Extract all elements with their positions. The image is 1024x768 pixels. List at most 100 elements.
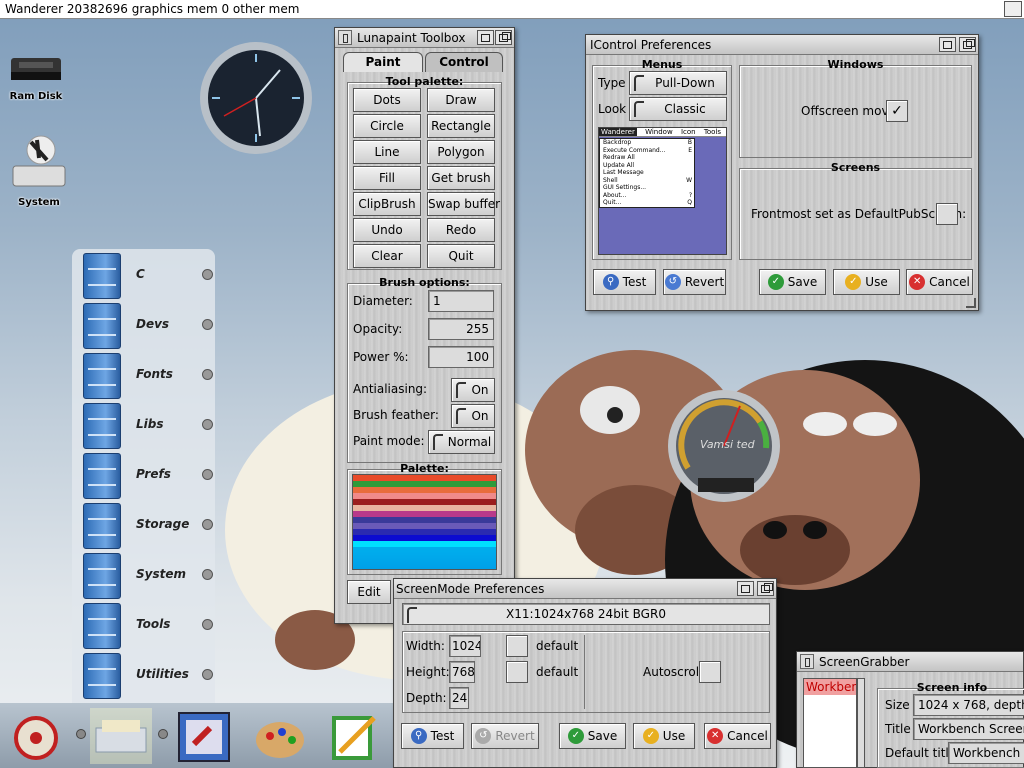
icontrol-title-bar[interactable]: IControl Preferences — [586, 35, 978, 55]
drawer-utilities[interactable]: Utilities — [80, 651, 215, 701]
drawer-system[interactable]: System — [80, 551, 215, 601]
zoom-gadget-icon[interactable] — [477, 30, 494, 45]
files-dock-icon[interactable] — [90, 708, 152, 764]
tool-button-redo[interactable]: Redo — [427, 218, 495, 242]
tool-dock-icon[interactable] — [178, 712, 230, 762]
preview-shortcut-key: E — [688, 146, 692, 154]
test-button[interactable]: ⚲ Test — [401, 723, 464, 749]
use-button[interactable]: ✓ Use — [833, 269, 900, 295]
drawer-storage[interactable]: Storage — [80, 501, 215, 551]
tool-button-clear[interactable]: Clear — [353, 244, 421, 268]
menu-type-cycle[interactable]: Pull-Down — [629, 71, 727, 95]
depth-gadget-icon[interactable] — [959, 37, 976, 52]
revert-button[interactable]: ↺ Revert — [471, 723, 539, 749]
chevron-right-icon[interactable] — [202, 269, 213, 280]
tool-button-undo[interactable]: Undo — [353, 218, 421, 242]
preview-menu-item: Shell — [603, 176, 618, 184]
resize-gadget-icon[interactable] — [966, 298, 976, 308]
drawer-tools[interactable]: Tools — [80, 601, 215, 651]
lunapaint-title-bar[interactable]: Lunapaint Toolbox — [335, 28, 514, 48]
use-button[interactable]: ✓ Use — [633, 723, 695, 749]
drawer-icon — [83, 503, 121, 549]
tab-paint[interactable]: Paint — [343, 52, 423, 72]
depth-field[interactable]: 24 — [449, 687, 469, 709]
feather-cycle[interactable]: On — [451, 404, 495, 428]
dock-arrow-icon[interactable] — [158, 729, 168, 739]
chevron-right-icon[interactable] — [202, 319, 213, 330]
chevron-right-icon[interactable] — [202, 419, 213, 430]
tool-button-swap-buffer[interactable]: Swap buffer — [427, 192, 500, 216]
palette-swatches[interactable] — [352, 474, 497, 570]
cancel-button[interactable]: ✕ Cancel — [704, 723, 771, 749]
magnifier-icon: ⚲ — [410, 727, 427, 744]
chevron-right-icon[interactable] — [202, 569, 213, 580]
wanderer-dock-icon[interactable] — [8, 708, 64, 764]
offscreen-checkbox[interactable]: ✓ — [886, 100, 908, 122]
screen-list-item[interactable]: Workbench — [804, 679, 856, 695]
depth-gadget-icon[interactable] — [495, 30, 512, 45]
tool-button-draw[interactable]: Draw — [427, 88, 495, 112]
tool-button-dots[interactable]: Dots — [353, 88, 421, 112]
revert-button[interactable]: ↺ Revert — [663, 269, 726, 295]
close-gadget-icon[interactable] — [338, 30, 352, 45]
dock-arrow-icon[interactable] — [76, 729, 86, 739]
editor-dock-icon[interactable] — [326, 708, 382, 764]
screengrabber-title-bar[interactable]: ScreenGrabber — [797, 652, 1023, 672]
drawer-fonts[interactable]: Fonts — [80, 351, 215, 401]
drawer-devs[interactable]: Devs — [80, 301, 215, 351]
diameter-value: 1 — [433, 294, 441, 308]
save-button[interactable]: ✓ Save — [559, 723, 626, 749]
list-scrollbar[interactable] — [857, 678, 865, 768]
tool-button-get-brush[interactable]: Get brush — [427, 166, 495, 190]
cancel-button[interactable]: ✕ Cancel — [906, 269, 973, 295]
system-drive-icon-graphic — [12, 135, 66, 187]
screen-depth-gadget[interactable] — [1004, 1, 1022, 17]
screenmode-title-bar[interactable]: ScreenMode Preferences — [394, 579, 776, 599]
power-value: 100 — [466, 350, 489, 364]
frontmost-checkbox[interactable] — [936, 203, 958, 225]
tool-button-circle[interactable]: Circle — [353, 114, 421, 138]
system-drive-icon[interactable]: System — [8, 132, 70, 208]
power-slider[interactable]: 100 — [428, 346, 494, 368]
chevron-right-icon[interactable] — [202, 369, 213, 380]
default-title-label: Default title — [885, 746, 957, 760]
width-field[interactable]: 1024 — [449, 635, 481, 657]
chevron-right-icon[interactable] — [202, 519, 213, 530]
chevron-right-icon[interactable] — [202, 469, 213, 480]
height-default-checkbox[interactable] — [506, 661, 528, 683]
drawer-c[interactable]: C — [80, 251, 215, 301]
autoscroll-checkbox[interactable] — [699, 661, 721, 683]
drawer-label: Prefs — [136, 467, 171, 481]
diameter-slider[interactable]: 1 — [428, 290, 494, 312]
tool-button-fill[interactable]: Fill — [353, 166, 421, 190]
opacity-slider[interactable]: 255 — [428, 318, 494, 340]
screen-mode-list[interactable]: X11:1024x768 24bit BGR0 — [402, 603, 770, 625]
zoom-gadget-icon[interactable] — [737, 581, 754, 596]
width-default-checkbox[interactable] — [506, 635, 528, 657]
palette-color-row[interactable] — [353, 541, 496, 547]
tool-button-line[interactable]: Line — [353, 140, 421, 164]
tool-button-polygon[interactable]: Polygon — [427, 140, 495, 164]
tool-button-clipbrush[interactable]: ClipBrush — [353, 192, 421, 216]
chevron-right-icon[interactable] — [202, 669, 213, 680]
paintmode-cycle[interactable]: Normal — [428, 430, 495, 454]
tool-button-quit[interactable]: Quit — [427, 244, 495, 268]
drawer-libs[interactable]: Libs — [80, 401, 215, 451]
antialias-cycle[interactable]: On — [451, 378, 495, 402]
test-button[interactable]: ⚲ Test — [593, 269, 656, 295]
ram-disk-icon[interactable]: Ram Disk — [6, 48, 66, 102]
zoom-gadget-icon[interactable] — [939, 37, 956, 52]
save-button[interactable]: ✓ Save — [759, 269, 826, 295]
clock-widget — [198, 40, 314, 156]
drawer-prefs[interactable]: Prefs — [80, 451, 215, 501]
menu-look-cycle[interactable]: Classic — [629, 97, 727, 121]
tool-button-rectangle[interactable]: Rectangle — [427, 114, 495, 138]
screen-list[interactable]: Workbench — [803, 678, 857, 768]
close-gadget-icon[interactable] — [800, 654, 814, 669]
chevron-right-icon[interactable] — [202, 619, 213, 630]
paint-dock-icon[interactable] — [252, 708, 308, 764]
depth-gadget-icon[interactable] — [757, 581, 774, 596]
tab-control[interactable]: Control — [425, 52, 503, 72]
edit-palette-button[interactable]: Edit — [347, 580, 391, 604]
height-field[interactable]: 768 — [449, 661, 475, 683]
